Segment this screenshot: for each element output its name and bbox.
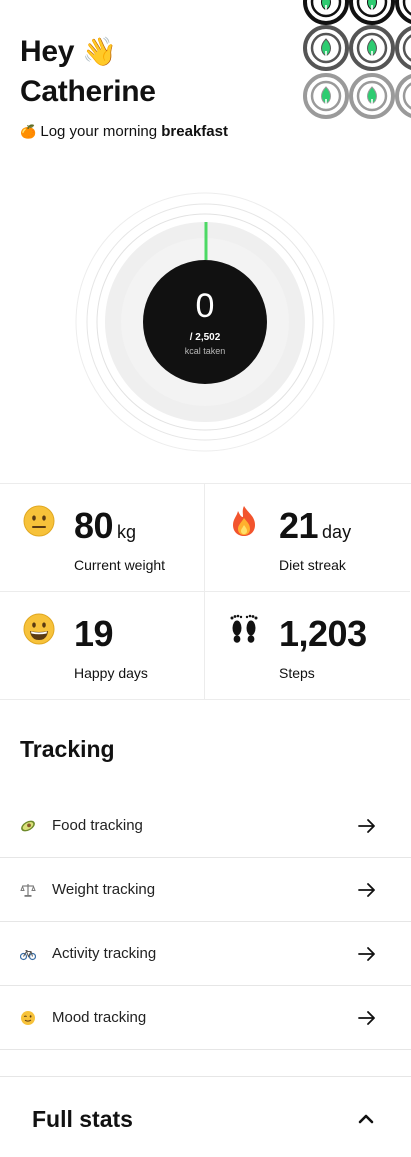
calories-taken: 0 — [195, 287, 215, 325]
calorie-counter: 0 / 2,502 kcal taken — [143, 260, 267, 384]
stat-unit: day — [322, 522, 352, 542]
greeting-title: Hey 👋 Catherine — [20, 32, 156, 112]
arrow-right-icon[interactable] — [357, 1008, 377, 1028]
calorie-gauge[interactable]: 0 / 2,502 kcal taken — [0, 180, 411, 465]
tracking-item-weight[interactable]: Weight tracking — [0, 858, 411, 922]
greeting-word: Hey — [20, 35, 75, 68]
full-stats-title: Full stats — [32, 1106, 133, 1132]
stat-label: Diet streak — [279, 557, 346, 573]
footprints-icon — [230, 614, 258, 643]
scale-icon — [20, 884, 36, 897]
wave-emoji: 👋 — [82, 36, 117, 67]
tracking-item-mood[interactable]: Mood tracking — [0, 986, 411, 1050]
orange-emoji: 🍊 — [20, 124, 37, 139]
tracking-item-label: Activity tracking — [52, 945, 157, 962]
meal-prompt-meal: breakfast — [161, 123, 228, 140]
user-name: Catherine — [20, 75, 156, 108]
stat-value: 21 day — [279, 505, 352, 546]
avocado-icon — [21, 820, 35, 832]
arrow-right-icon[interactable] — [357, 880, 377, 900]
tracking-item-activity[interactable]: Activity tracking — [0, 922, 411, 986]
brand-pattern-decoration — [300, 0, 411, 120]
stat-happy-days[interactable]: 19 Happy days — [0, 592, 205, 700]
stat-label: Happy days — [74, 665, 148, 681]
arrow-right-icon[interactable] — [357, 944, 377, 964]
meal-prompt-text: Log your morning — [40, 123, 158, 140]
tracking-section-title: Tracking — [20, 736, 115, 762]
calorie-unit-label: kcal taken — [184, 346, 226, 356]
tracking-item-food[interactable]: Food tracking — [0, 794, 411, 858]
neutral-face-icon — [23, 505, 55, 537]
grinning-face-icon — [23, 613, 55, 645]
stats-grid: 80 kg Current weight 21 day Diet streak 19… — [0, 483, 411, 700]
tracking-item-label: Weight tracking — [52, 881, 156, 898]
stat-value: 1,203 — [279, 613, 367, 654]
tracking-item-label: Mood tracking — [52, 1009, 147, 1026]
tracking-item-label: Food tracking — [52, 817, 143, 834]
meal-prompt[interactable]: 🍊 Log your morning breakfast — [20, 122, 228, 142]
full-stats-panel[interactable]: Full stats — [0, 1076, 411, 1157]
header: Hey 👋 Catherine 🍊 Log your morning break… — [0, 0, 411, 170]
calorie-goal: / 2,502 — [189, 332, 221, 343]
stat-label: Current weight — [74, 557, 166, 573]
stat-value: 80 kg — [74, 505, 137, 546]
arrow-right-icon[interactable] — [357, 816, 377, 836]
chevron-up-icon[interactable] — [356, 1109, 376, 1129]
stat-diet-streak[interactable]: 21 day Diet streak — [205, 484, 410, 592]
tracking-list: Food tracking Weight tracking Activity t… — [0, 794, 411, 1050]
fire-icon — [233, 506, 255, 536]
bicycle-icon — [20, 950, 36, 961]
stat-value: 19 — [74, 613, 114, 654]
stat-current-weight[interactable]: 80 kg Current weight — [0, 484, 205, 592]
wink-face-icon — [21, 1011, 35, 1025]
stat-steps[interactable]: 1,203 Steps — [205, 592, 410, 700]
stat-label: Steps — [279, 665, 315, 681]
leaf-pattern-icon — [303, 0, 411, 119]
stat-unit: kg — [117, 522, 137, 542]
